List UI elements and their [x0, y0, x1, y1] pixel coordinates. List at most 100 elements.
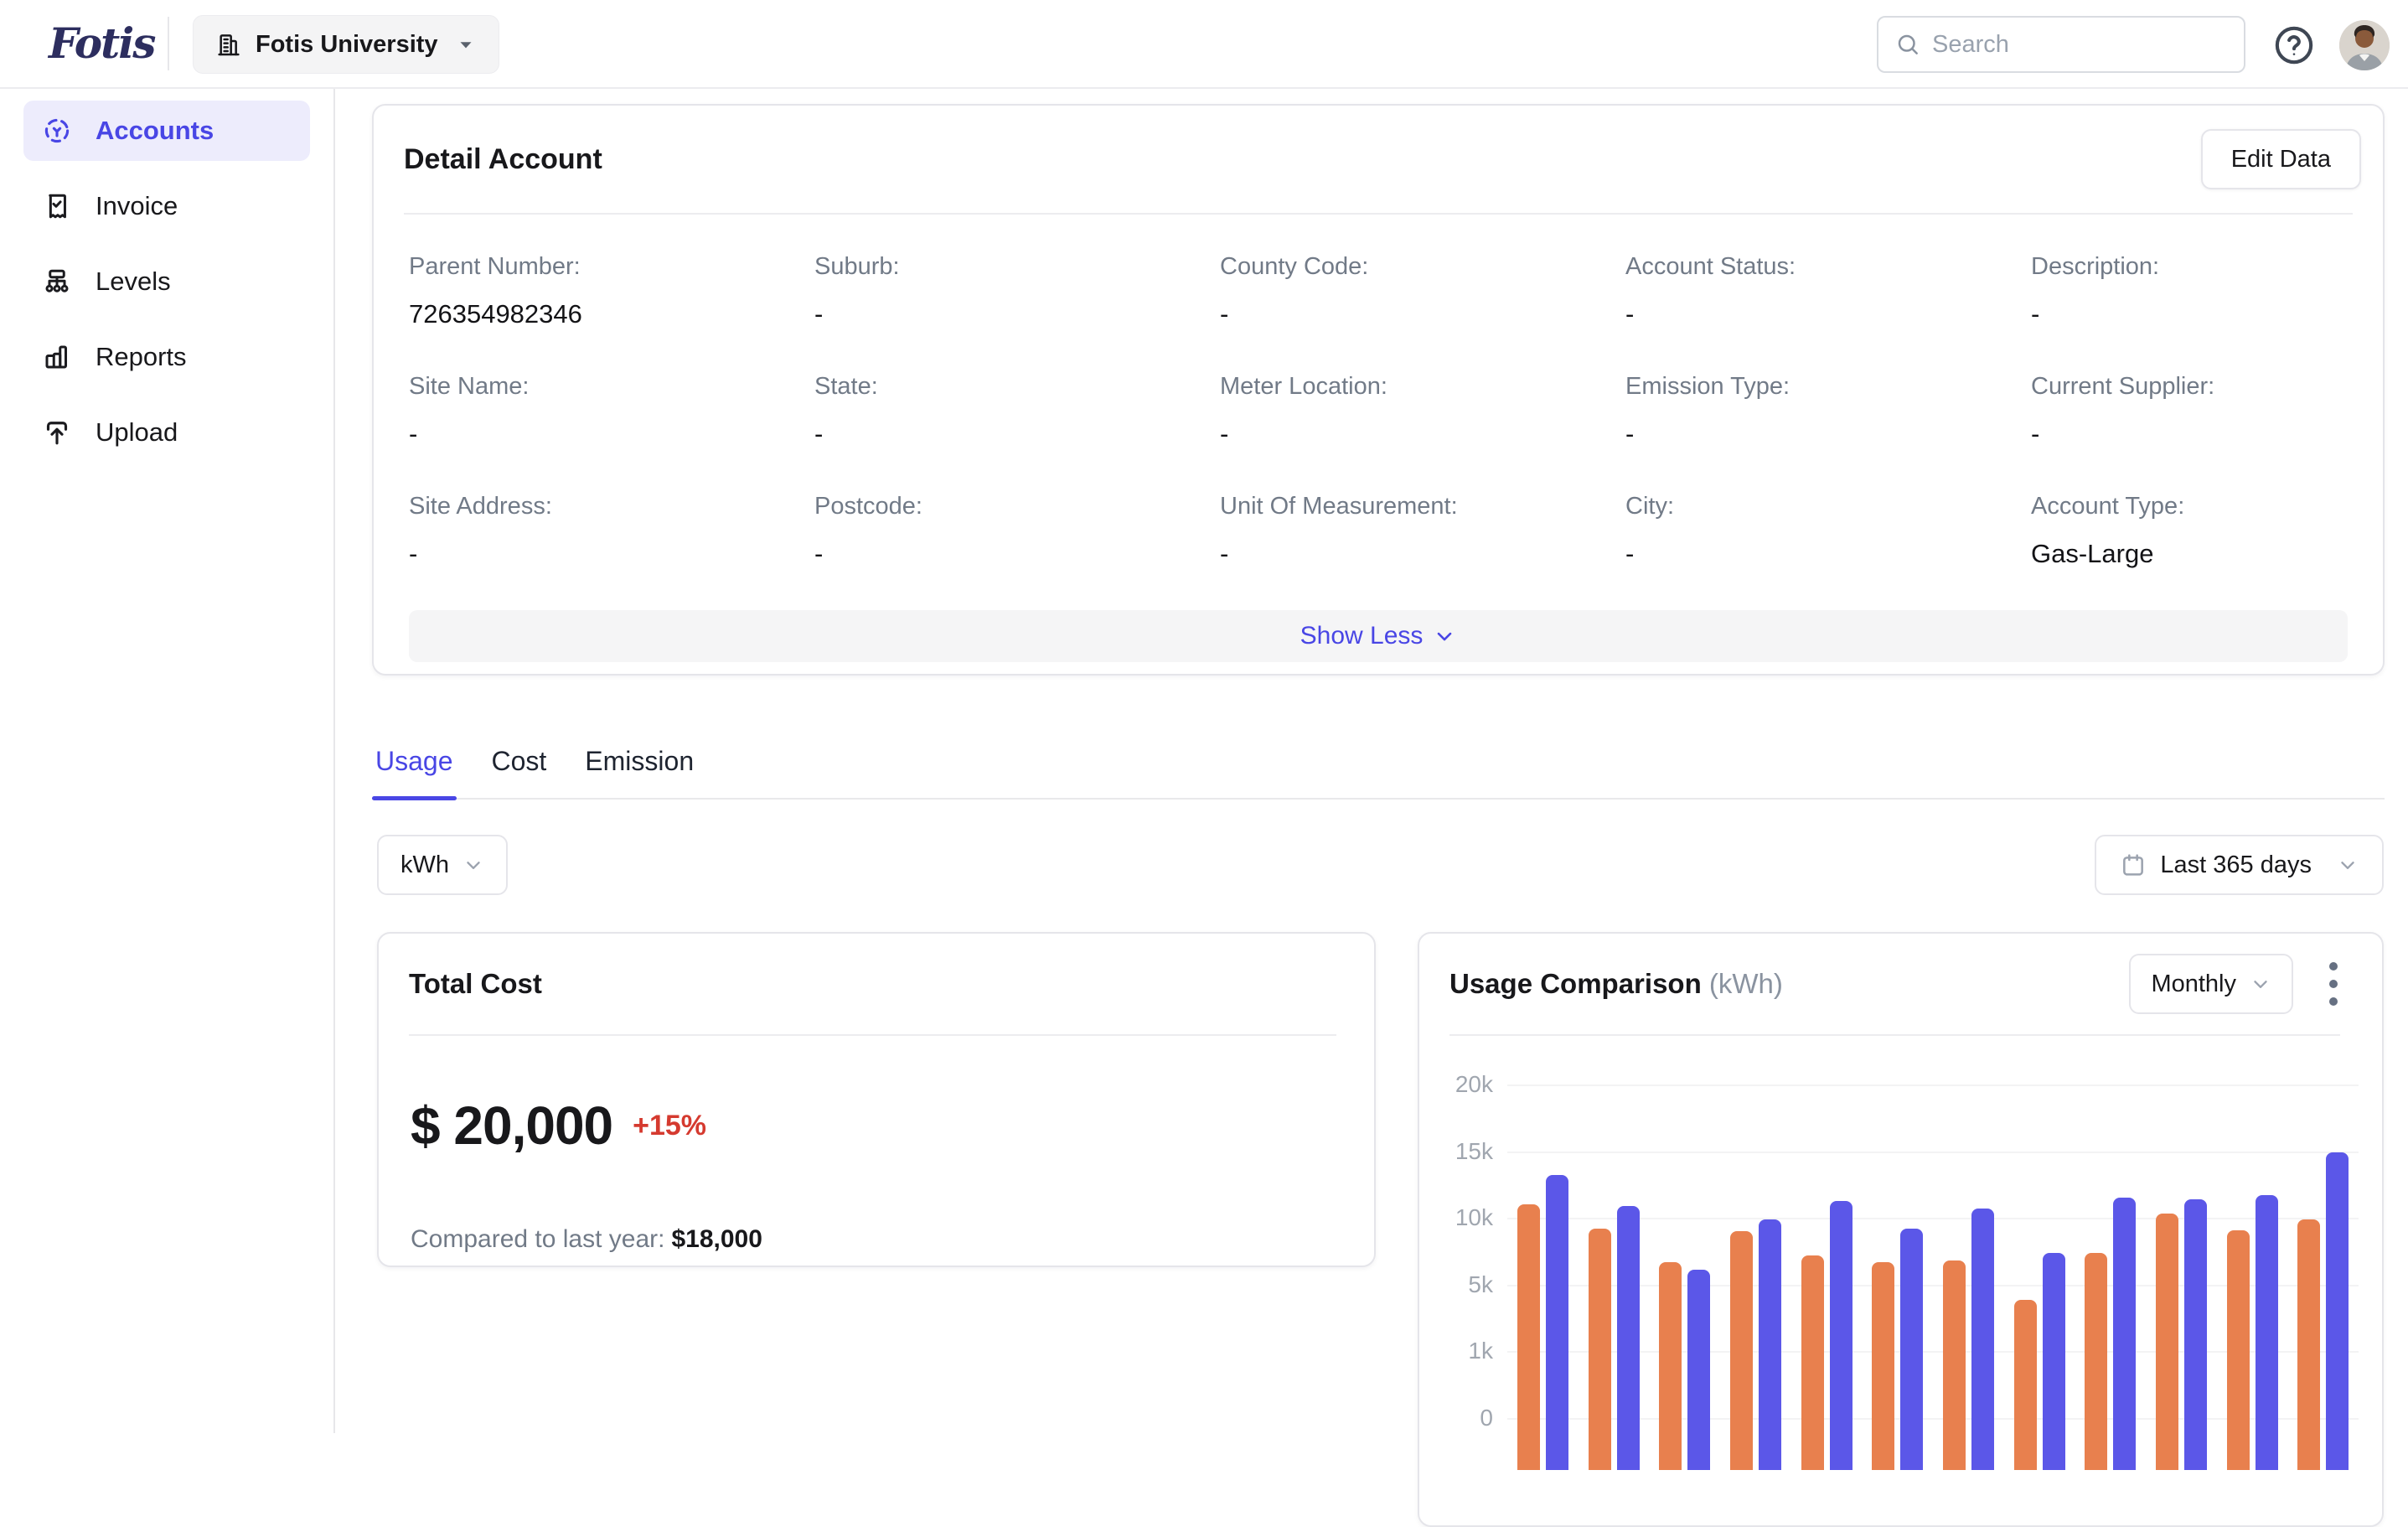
y-tick-label: 5k — [1423, 1271, 1493, 1298]
bar-series-2-12 — [2326, 1152, 2349, 1470]
bar-group-3 — [1649, 1084, 1720, 1470]
help-button[interactable] — [2272, 23, 2316, 67]
app-logo: Fotis — [49, 18, 154, 68]
levels-icon — [42, 267, 72, 297]
sidebar: Accounts Invoice Levels Reports Upload — [0, 89, 335, 1433]
bar-group-9 — [2075, 1084, 2146, 1470]
reports-icon — [42, 342, 72, 372]
org-selector[interactable]: Fotis University — [193, 15, 499, 74]
compare-last-year: Compared to last year:$18,000 — [411, 1225, 762, 1254]
bar-group-11 — [2217, 1084, 2288, 1470]
upload-icon — [42, 417, 72, 448]
bar-group-6 — [1862, 1084, 1933, 1470]
field-unit-of-measurement: Unit Of Measurement:- — [1220, 493, 1625, 613]
total-cost-card: Total Cost $ 20,000 +15% Compared to las… — [377, 932, 1376, 1267]
chevron-down-icon — [2337, 854, 2359, 876]
caret-down-icon — [455, 34, 477, 55]
y-tick-label: 15k — [1423, 1138, 1493, 1165]
metric-tabs: Usage Cost Emission — [372, 741, 2385, 800]
bar-group-2 — [1579, 1084, 1650, 1470]
usage-comparison-chart: 20k 15k 10k 5k 1k 0 — [1419, 934, 2382, 1525]
bar-series-1-5 — [1801, 1255, 1824, 1470]
bar-series-2-2 — [1617, 1206, 1640, 1470]
edit-data-button[interactable]: Edit Data — [2201, 129, 2361, 189]
bar-series-1-12 — [2297, 1219, 2320, 1470]
field-account-status: Account Status:- — [1625, 253, 2031, 373]
bar-group-8 — [2004, 1084, 2075, 1470]
field-account-type: Account Type:Gas-Large — [2031, 493, 2408, 613]
sidebar-item-reports[interactable]: Reports — [23, 327, 310, 387]
y-tick-label: 1k — [1423, 1338, 1493, 1364]
bar-series-1-1 — [1517, 1204, 1540, 1470]
field-site-address: Site Address:- — [409, 493, 814, 613]
bar-series-2-6 — [1900, 1229, 1923, 1470]
field-city: City:- — [1625, 493, 2031, 613]
field-postcode: Postcode:- — [814, 493, 1220, 613]
chevron-down-icon — [1433, 624, 1456, 648]
bar-series-2-10 — [2184, 1199, 2207, 1470]
sidebar-item-levels[interactable]: Levels — [23, 251, 310, 312]
tab-emission[interactable]: Emission — [581, 741, 697, 798]
field-meter-location: Meter Location:- — [1220, 373, 1625, 493]
building-icon — [215, 31, 242, 58]
usage-comparison-card: Usage Comparison (kWh) Monthly 20k15k10k… — [1418, 932, 2384, 1527]
calendar-icon — [2120, 851, 2147, 878]
bar-series-2-8 — [2043, 1253, 2065, 1470]
field-state: State:- — [814, 373, 1220, 493]
bar-series-2-7 — [1971, 1209, 1994, 1470]
sidebar-item-accounts[interactable]: Accounts — [23, 101, 310, 161]
field-description: Description:- — [2031, 253, 2408, 373]
y-tick-label: 10k — [1423, 1204, 1493, 1231]
total-cost-amount: $ 20,000 — [411, 1095, 612, 1157]
search-box — [1877, 16, 2245, 73]
field-emission-type: Emission Type:- — [1625, 373, 2031, 493]
show-less-button[interactable]: Show Less — [409, 610, 2348, 662]
total-cost-title: Total Cost — [409, 968, 542, 1000]
y-tick-label: 0 — [1423, 1405, 1493, 1431]
bar-series-1-11 — [2227, 1230, 2250, 1470]
topbar: Fotis Fotis University — [0, 0, 2408, 89]
field-current-supplier: Current Supplier:- — [2031, 373, 2408, 493]
invoice-icon — [42, 191, 72, 221]
bar-series-1-9 — [2085, 1253, 2107, 1470]
field-suburb: Suburb:- — [814, 253, 1220, 373]
bar-series-1-6 — [1872, 1262, 1894, 1470]
tab-usage[interactable]: Usage — [372, 741, 457, 798]
bar-series-1-8 — [2014, 1300, 2037, 1470]
chevron-down-icon — [462, 854, 484, 876]
bar-series-2-5 — [1830, 1201, 1853, 1470]
bar-group-12 — [2287, 1084, 2359, 1470]
bar-series-1-7 — [1943, 1260, 1966, 1470]
detail-account-card: Detail Account Edit Data Parent Number:7… — [372, 104, 2385, 676]
bar-series-2-1 — [1546, 1175, 1568, 1470]
sidebar-item-invoice[interactable]: Invoice — [23, 176, 310, 236]
bar-group-1 — [1507, 1084, 1579, 1470]
bar-group-5 — [1791, 1084, 1863, 1470]
avatar[interactable] — [2339, 20, 2390, 70]
field-site-name: Site Name:- — [409, 373, 814, 493]
bar-series-1-2 — [1589, 1229, 1611, 1470]
bar-group-10 — [2146, 1084, 2217, 1470]
field-county-code: County Code:- — [1220, 253, 1625, 373]
detail-fields-grid: Parent Number:726354982346Suburb:-County… — [409, 253, 2408, 613]
unit-selector[interactable]: kWh — [377, 835, 508, 895]
date-range-selector[interactable]: Last 365 days — [2095, 835, 2384, 895]
bar-series-1-3 — [1659, 1262, 1682, 1470]
bar-series-2-3 — [1687, 1270, 1710, 1470]
bar-series-1-10 — [2156, 1214, 2178, 1470]
search-icon — [1895, 32, 1920, 57]
divider — [409, 1034, 1336, 1036]
search-input[interactable] — [1932, 31, 2248, 59]
bar-groups — [1507, 1084, 2359, 1470]
divider — [404, 213, 2353, 215]
sidebar-item-upload[interactable]: Upload — [23, 402, 310, 463]
total-cost-change-badge: +15% — [633, 1110, 706, 1142]
bar-series-2-4 — [1759, 1219, 1781, 1470]
org-selector-label: Fotis University — [256, 31, 438, 59]
bar-series-2-9 — [2113, 1198, 2136, 1470]
y-tick-label: 20k — [1423, 1071, 1493, 1098]
bar-series-1-4 — [1730, 1231, 1753, 1470]
bar-series-2-11 — [2256, 1195, 2278, 1470]
tab-cost[interactable]: Cost — [488, 741, 550, 798]
accounts-icon — [42, 116, 72, 146]
